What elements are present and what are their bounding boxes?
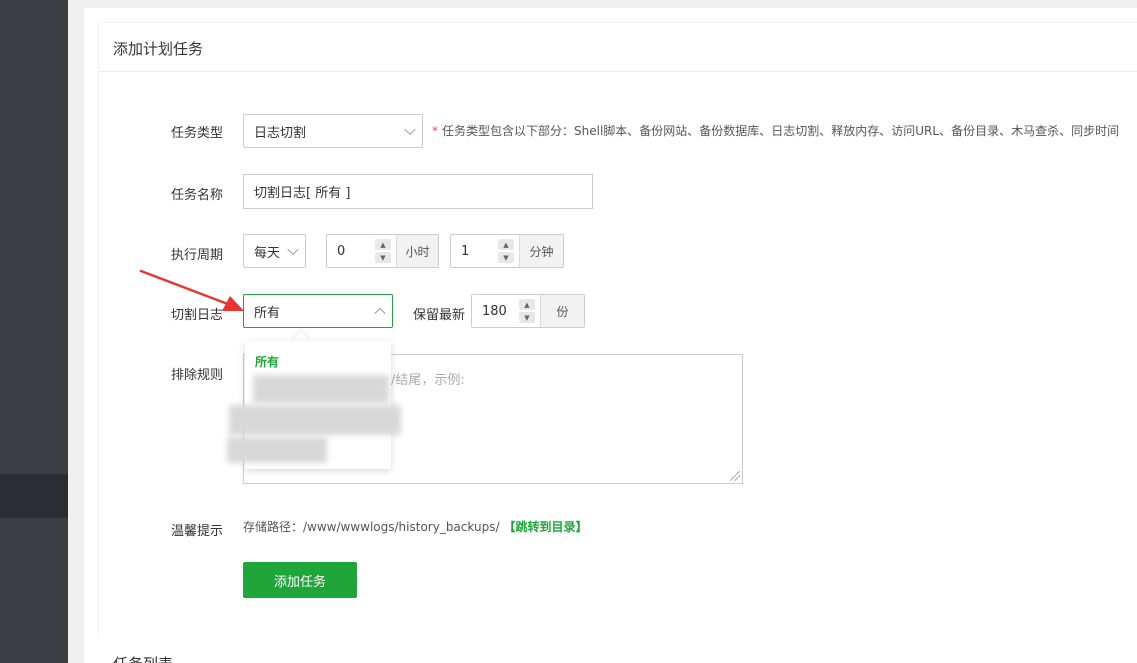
- minute-unit: 分钟: [519, 235, 563, 267]
- task-type-hint-text: 任务类型包含以下部分：Shell脚本、备份网站、备份数据库、日志切割、释放内存、…: [442, 124, 1120, 138]
- keep-stepper[interactable]: 180 ▲ ▼ 份: [471, 294, 585, 328]
- period-cycle-value: 每天: [254, 245, 281, 261]
- cut-log-dropdown: 所有: [227, 341, 401, 469]
- exclude-placeholder: /结尾，示例:: [391, 373, 465, 388]
- storage-path: 存储路径：/www/wwwlogs/history_backups/ 【跳转到目录…: [243, 518, 588, 535]
- required-star: *: [432, 124, 438, 138]
- chevron-down-icon: [287, 243, 299, 256]
- task-type-label: 任务类型: [171, 126, 224, 141]
- increment-icon[interactable]: ▲: [498, 239, 514, 250]
- hour-unit: 小时: [396, 235, 438, 267]
- task-name-label: 任务名称: [171, 188, 224, 203]
- hour-value[interactable]: 0: [327, 235, 374, 267]
- annotation-arrow-icon: [139, 269, 244, 311]
- blurred-option[interactable]: [253, 375, 389, 403]
- hour-stepper[interactable]: 0 ▲ ▼ 小时: [326, 234, 439, 268]
- period-label: 执行周期: [171, 248, 224, 263]
- task-type-value: 日志切割: [254, 125, 307, 141]
- dropdown-option-all[interactable]: 所有: [255, 353, 279, 370]
- storage-path-text: 存储路径：/www/wwwlogs/history_backups/: [243, 520, 500, 534]
- cut-log-select[interactable]: 所有: [243, 294, 393, 328]
- task-list-title: 任务列表: [113, 653, 173, 663]
- sidebar: [0, 0, 68, 663]
- chevron-up-icon: [374, 307, 386, 320]
- add-task-button[interactable]: 添加任务: [243, 562, 357, 598]
- period-cycle-select[interactable]: 每天: [243, 234, 306, 268]
- decrement-icon[interactable]: ▼: [519, 312, 535, 323]
- increment-icon[interactable]: ▲: [519, 299, 535, 310]
- increment-icon[interactable]: ▲: [375, 239, 391, 250]
- keep-label: 保留最新: [413, 308, 466, 323]
- task-type-hint: * 任务类型包含以下部分：Shell脚本、备份网站、备份数据库、日志切割、释放内存…: [432, 122, 1119, 139]
- title-divider: [98, 71, 1137, 72]
- decrement-icon[interactable]: ▼: [498, 252, 514, 263]
- minute-stepper[interactable]: 1 ▲ ▼ 分钟: [450, 234, 564, 268]
- blurred-option[interactable]: [229, 405, 401, 435]
- chevron-down-icon: [404, 123, 416, 136]
- tip-label: 温馨提示: [171, 524, 224, 539]
- page-title: 添加计划任务: [113, 40, 204, 58]
- exclude-label: 排除规则: [171, 368, 224, 383]
- blurred-option[interactable]: [227, 437, 327, 463]
- keep-value[interactable]: 180: [472, 295, 518, 327]
- task-name-input[interactable]: 切割日志[ 所有 ]: [243, 174, 593, 209]
- sidebar-active-item[interactable]: [0, 474, 68, 518]
- keep-unit: 份: [540, 295, 584, 327]
- task-type-select[interactable]: 日志切割: [243, 114, 423, 148]
- minute-value[interactable]: 1: [451, 235, 497, 267]
- keep-spinner[interactable]: ▲ ▼: [518, 295, 536, 327]
- decrement-icon[interactable]: ▼: [375, 252, 391, 263]
- cut-log-value: 所有: [254, 305, 281, 321]
- resize-handle-icon[interactable]: [730, 471, 740, 481]
- task-name-value: 切割日志[ 所有 ]: [254, 186, 351, 201]
- minute-spinner[interactable]: ▲ ▼: [497, 235, 515, 267]
- jump-to-dir-link[interactable]: 【跳转到目录】: [504, 520, 588, 534]
- hour-spinner[interactable]: ▲ ▼: [374, 235, 392, 267]
